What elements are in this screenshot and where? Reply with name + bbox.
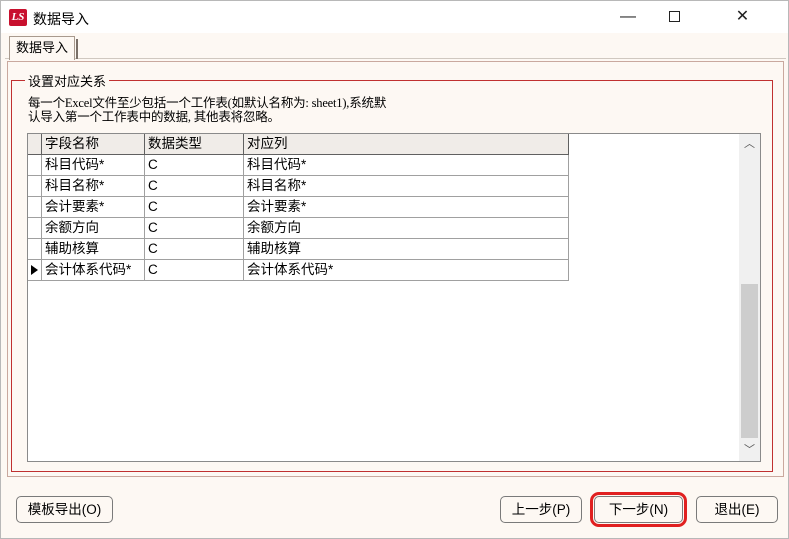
maximize-button[interactable] xyxy=(651,1,697,33)
data-type-cell[interactable]: C xyxy=(145,155,244,176)
tab-strip: 数据导入 xyxy=(5,34,786,60)
next-step-button[interactable]: 下一步(N) xyxy=(590,492,687,527)
import-window: LS 数据导入 — ✕ 数据导入 设置对应关系 每一个Excel文件至少包括一个… xyxy=(0,0,789,539)
groupbox-legend: 设置对应关系 xyxy=(25,71,110,90)
field-name-cell[interactable]: 余额方向 xyxy=(42,218,145,239)
app-logo-icon: LS xyxy=(9,9,27,26)
mapped-column-cell[interactable]: 科目代码* xyxy=(244,155,569,176)
current-row-arrow-icon xyxy=(31,265,38,275)
scroll-down-icon[interactable]: ﹀ xyxy=(739,442,760,459)
mapped-column-cell[interactable]: 辅助核算 xyxy=(244,239,569,260)
data-type-cell[interactable]: C xyxy=(145,260,244,281)
note-line-2: 认导入第一个工作表中的数据, 其他表将忽略。 xyxy=(28,110,280,124)
data-type-cell[interactable]: C xyxy=(145,176,244,197)
scrollbar-thumb[interactable] xyxy=(741,284,758,438)
maximize-icon xyxy=(668,11,680,23)
row-selector-current[interactable] xyxy=(28,260,42,281)
data-type-cell[interactable]: C xyxy=(145,218,244,239)
header-selector-cell xyxy=(28,134,42,155)
field-name-cell[interactable]: 科目代码* xyxy=(42,155,145,176)
field-name-cell[interactable]: 会计体系代码* xyxy=(42,260,145,281)
data-type-cell[interactable]: C xyxy=(145,197,244,218)
close-button[interactable]: ✕ xyxy=(697,1,788,33)
exit-button[interactable]: 退出(E) xyxy=(696,496,778,523)
minimize-button[interactable]: — xyxy=(605,1,651,33)
field-name-cell[interactable]: 科目名称* xyxy=(42,176,145,197)
mapped-column-cell[interactable]: 会计体系代码* xyxy=(244,260,569,281)
field-name-cell[interactable]: 辅助核算 xyxy=(42,239,145,260)
note-line-1: 每一个Excel文件至少包括一个工作表(如默认名称为: sheet1),系统默 xyxy=(28,96,387,110)
field-name-cell[interactable]: 会计要素* xyxy=(42,197,145,218)
row-selector[interactable] xyxy=(28,155,42,176)
row-selector[interactable] xyxy=(28,197,42,218)
row-selector[interactable] xyxy=(28,176,42,197)
mapping-grid[interactable]: 字段名称 数据类型 对应列 科目代码* C 科目代码* 科目名称* C 科目名称… xyxy=(27,133,761,462)
tab-data-import[interactable]: 数据导入 xyxy=(9,36,79,60)
column-header-data-type[interactable]: 数据类型 xyxy=(145,134,244,155)
prev-step-button[interactable]: 上一步(P) xyxy=(500,496,582,523)
window-title: 数据导入 xyxy=(33,11,89,27)
row-selector[interactable] xyxy=(28,239,42,260)
vertical-scrollbar[interactable]: ︿ ﹀ xyxy=(739,134,760,461)
row-selector[interactable] xyxy=(28,218,42,239)
template-export-button[interactable]: 模板导出(O) xyxy=(16,496,113,523)
mapped-column-cell[interactable]: 会计要素* xyxy=(244,197,569,218)
data-type-cell[interactable]: C xyxy=(145,239,244,260)
title-bar: LS 数据导入 — ✕ xyxy=(1,1,788,33)
column-header-field-name[interactable]: 字段名称 xyxy=(42,134,145,155)
column-header-mapped-column[interactable]: 对应列 xyxy=(244,134,569,155)
mapped-column-cell[interactable]: 余额方向 xyxy=(244,218,569,239)
grid-body: 字段名称 数据类型 对应列 科目代码* C 科目代码* 科目名称* C 科目名称… xyxy=(28,134,740,461)
scroll-up-icon[interactable]: ︿ xyxy=(739,136,760,153)
import-note: 每一个Excel文件至少包括一个工作表(如默认名称为: sheet1),系统默 … xyxy=(28,96,548,124)
mapped-column-cell[interactable]: 科目名称* xyxy=(244,176,569,197)
